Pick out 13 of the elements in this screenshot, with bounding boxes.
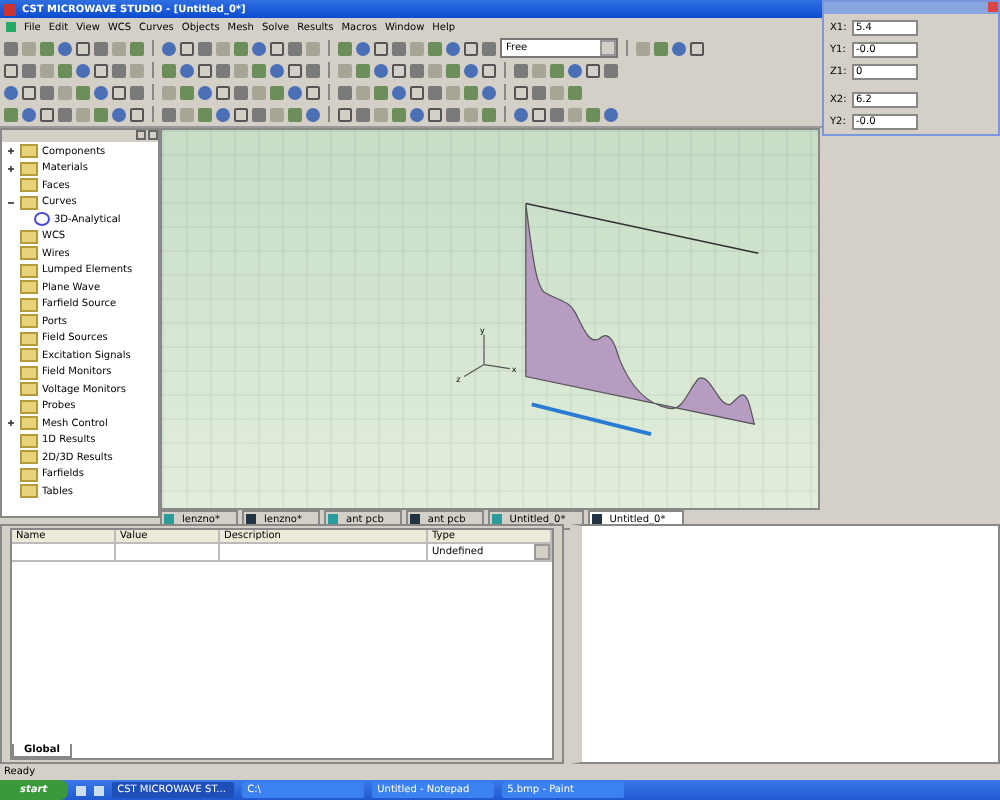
line-segment [531, 402, 652, 437]
table-cell [12, 544, 116, 562]
expand-icon[interactable] [6, 163, 16, 173]
collapse-icon[interactable] [6, 197, 16, 207]
document-icon [6, 22, 16, 32]
axis-triad-icon [463, 334, 511, 378]
pin-icon[interactable] [136, 130, 146, 140]
expand-icon[interactable] [6, 418, 16, 428]
curve-icon [34, 212, 50, 226]
app-logo-icon [4, 3, 16, 15]
table-cell [116, 544, 220, 562]
expand-icon[interactable] [6, 146, 16, 156]
close-icon[interactable] [148, 130, 158, 140]
